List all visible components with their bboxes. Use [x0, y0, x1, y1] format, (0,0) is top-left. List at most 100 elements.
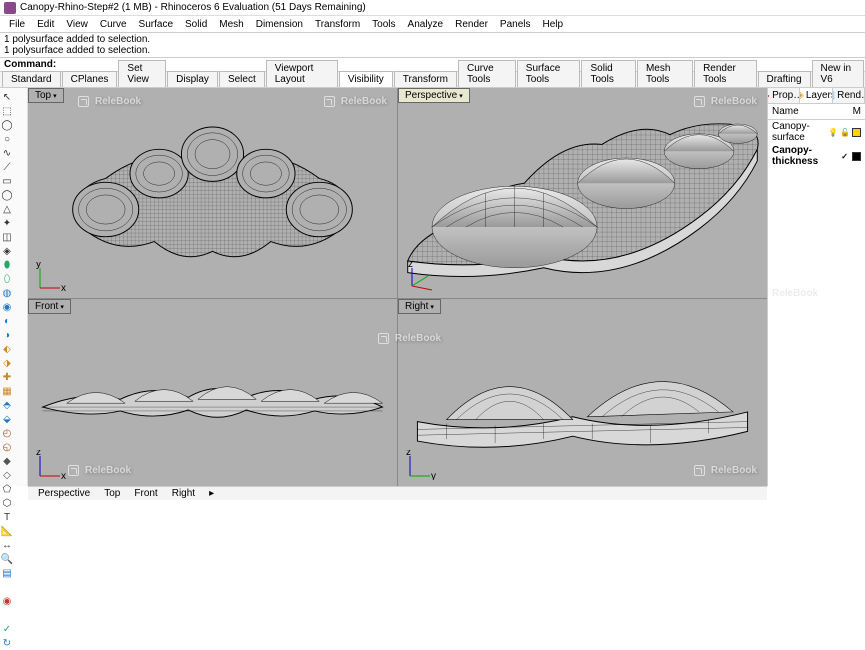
chevron-down-icon[interactable]: ▾: [430, 303, 434, 311]
viewport-front-label[interactable]: Front▾: [28, 299, 71, 314]
tool-button[interactable]: ✚: [1, 371, 14, 384]
menu-analyze[interactable]: Analyze: [403, 18, 449, 31]
menu-curve[interactable]: Curve: [95, 18, 132, 31]
tool-button[interactable]: ⬗: [1, 357, 14, 370]
toolbar-tab-cplanes[interactable]: CPlanes: [62, 71, 118, 87]
toolbar-tab-visibility[interactable]: Visibility: [339, 71, 393, 87]
tool-button[interactable]: ○: [1, 133, 14, 146]
layer-row[interactable]: Canopy-surface💡🔓: [768, 120, 865, 144]
tool-button[interactable]: ⟋: [1, 161, 14, 174]
layer-visible-icon[interactable]: 💡: [828, 128, 838, 137]
viewport-tab-front[interactable]: Front: [128, 487, 163, 500]
tool-button[interactable]: ◍: [1, 287, 14, 300]
tool-button[interactable]: T: [1, 511, 14, 524]
menu-surface[interactable]: Surface: [134, 18, 178, 31]
chevron-down-icon[interactable]: ▾: [53, 92, 57, 100]
tool-button[interactable]: ✦: [1, 217, 14, 230]
tool-button[interactable]: 🔍: [1, 553, 14, 566]
toolbar-tab-transform[interactable]: Transform: [394, 71, 457, 87]
menu-tools[interactable]: Tools: [367, 18, 400, 31]
layer-visible-icon[interactable]: ✓: [841, 152, 848, 161]
tool-button[interactable]: ↔: [1, 539, 14, 552]
toolbar-tab-render-tools[interactable]: Render Tools: [694, 60, 756, 87]
toolbar-tab-solid-tools[interactable]: Solid Tools: [581, 60, 635, 87]
tool-button[interactable]: ⬡: [1, 497, 14, 510]
viewport-top-label[interactable]: Top▾: [28, 88, 64, 103]
layer-row[interactable]: Canopy-thickness✓: [768, 144, 865, 168]
axis-gizmo: yx: [36, 262, 66, 292]
tool-button[interactable]: ◉: [1, 301, 14, 314]
menu-solid[interactable]: Solid: [180, 18, 212, 31]
tool-button[interactable]: ◑: [1, 329, 14, 342]
tool-button[interactable]: ⬖: [1, 343, 14, 356]
tool-button[interactable]: ↖: [1, 91, 14, 104]
menu-file[interactable]: File: [4, 18, 30, 31]
menu-view[interactable]: View: [61, 18, 93, 31]
viewport-top[interactable]: Top▾: [28, 88, 397, 298]
viewport-front[interactable]: Front▾ zx ReleBook: [28, 299, 397, 486]
tool-button[interactable]: ▦: [1, 385, 14, 398]
layer-color-swatch[interactable]: [852, 128, 861, 137]
tool-button[interactable]: [1, 609, 14, 622]
tool-button[interactable]: 📐: [1, 525, 14, 538]
tool-button[interactable]: ✓: [1, 623, 14, 636]
toolbar-tab-set-view[interactable]: Set View: [118, 60, 166, 87]
tool-button[interactable]: ⬯: [1, 273, 14, 286]
tool-button[interactable]: ◉: [1, 595, 14, 608]
chevron-down-icon[interactable]: ▾: [459, 92, 463, 100]
menu-panels[interactable]: Panels: [495, 18, 536, 31]
tool-button[interactable]: ▭: [1, 175, 14, 188]
viewport-right-label[interactable]: Right▾: [398, 299, 441, 314]
menu-render[interactable]: Render: [450, 18, 493, 31]
toolbar-tab-drafting[interactable]: Drafting: [758, 71, 811, 87]
viewport-tab-perspective[interactable]: Perspective: [32, 487, 96, 500]
toolbar-tab-display[interactable]: Display: [167, 71, 218, 87]
menu-help[interactable]: Help: [538, 18, 569, 31]
tool-button[interactable]: ⬮: [1, 259, 14, 272]
toolbar-tab-surface-tools[interactable]: Surface Tools: [517, 60, 581, 87]
tool-button[interactable]: ∿: [1, 147, 14, 160]
toolbar-tab-select[interactable]: Select: [219, 71, 265, 87]
viewport-top-model: [28, 88, 397, 298]
toolbar-tab-standard[interactable]: Standard: [2, 71, 61, 87]
viewport-perspective[interactable]: Perspective▾: [398, 88, 767, 298]
tool-button[interactable]: ◵: [1, 441, 14, 454]
tool-button[interactable]: [1, 581, 14, 594]
menu-edit[interactable]: Edit: [32, 18, 59, 31]
tool-button[interactable]: ↻: [1, 637, 14, 650]
menu-mesh[interactable]: Mesh: [214, 18, 248, 31]
tool-button[interactable]: △: [1, 203, 14, 216]
tool-button[interactable]: ⬠: [1, 483, 14, 496]
viewport-tab-top[interactable]: Top: [98, 487, 126, 500]
tool-button[interactable]: ◇: [1, 469, 14, 482]
tool-button[interactable]: ▤: [1, 567, 14, 580]
tool-button[interactable]: ◯: [1, 189, 14, 202]
tool-button[interactable]: ◯: [1, 119, 14, 132]
chevron-down-icon[interactable]: ▾: [60, 303, 64, 311]
toolbar-tab-viewport-layout[interactable]: Viewport Layout: [266, 60, 338, 87]
menu-dimension[interactable]: Dimension: [251, 18, 308, 31]
tool-button[interactable]: ⬘: [1, 399, 14, 412]
col-meta[interactable]: M: [841, 104, 865, 119]
panel-tab-layers[interactable]: ◈Layers: [800, 88, 832, 103]
layer-lock-icon[interactable]: 🔓: [840, 128, 850, 137]
panel-tab-rend[interactable]: ▣Rend…: [833, 88, 865, 103]
col-name[interactable]: Name: [768, 104, 841, 119]
panel-tab-prop[interactable]: ◒Prop…: [768, 88, 800, 103]
layer-color-swatch[interactable]: [852, 152, 861, 161]
tool-button[interactable]: ◆: [1, 455, 14, 468]
viewport-perspective-label[interactable]: Perspective▾: [398, 88, 470, 103]
viewport-right[interactable]: Right▾ zy: [398, 299, 767, 486]
viewport-tab-more[interactable]: ▸: [203, 487, 220, 500]
tool-button[interactable]: ⬙: [1, 413, 14, 426]
viewport-tab-right[interactable]: Right: [166, 487, 201, 500]
tool-button[interactable]: ◐: [1, 315, 14, 328]
menu-transform[interactable]: Transform: [310, 18, 365, 31]
tool-button[interactable]: ◈: [1, 245, 14, 258]
toolbar-tab-new-in-v6[interactable]: New in V6: [812, 60, 864, 87]
tool-button[interactable]: ◫: [1, 231, 14, 244]
toolbar-tab-curve-tools[interactable]: Curve Tools: [458, 60, 516, 87]
toolbar-tab-mesh-tools[interactable]: Mesh Tools: [637, 60, 693, 87]
tool-button[interactable]: ⬚: [1, 105, 14, 118]
tool-button[interactable]: ◴: [1, 427, 14, 440]
